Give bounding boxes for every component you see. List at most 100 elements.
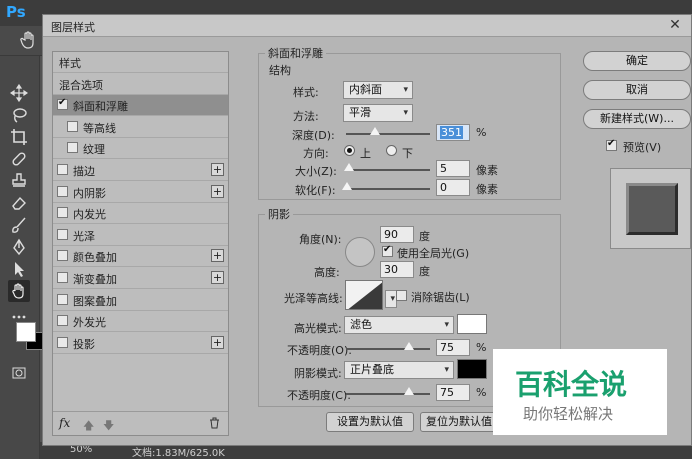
highlight-opacity-thumb[interactable] (404, 342, 414, 350)
select-tool-icon[interactable] (10, 260, 28, 278)
depth-slider-thumb[interactable] (370, 127, 381, 135)
lasso-tool-icon[interactable] (10, 106, 28, 124)
styles-list-checkbox[interactable] (57, 207, 68, 219)
styles-list-checkbox[interactable] (57, 272, 68, 283)
styles-list-checkbox[interactable] (57, 336, 68, 348)
close-icon[interactable]: ✕ (667, 17, 683, 33)
watermark: 百科全说 助你轻松解决 (493, 349, 667, 435)
antialias-checkbox[interactable] (396, 290, 407, 301)
add-effect-icon[interactable]: + (211, 249, 224, 263)
styles-list-checkbox[interactable] (57, 293, 68, 305)
styles-list-checkbox[interactable] (67, 120, 78, 132)
styles-list-item[interactable]: 混合选项 (53, 74, 228, 95)
angle-dial[interactable] (345, 237, 375, 267)
shadow-opacity-input[interactable]: 75 (436, 384, 470, 401)
make-default-button[interactable]: 设置为默认值 (326, 412, 414, 432)
technique-select[interactable]: 平滑 ▾ (343, 104, 413, 122)
ok-button[interactable]: 确定 (583, 51, 691, 71)
soften-input[interactable]: 0 (436, 179, 470, 196)
move-down-icon[interactable]: 🡇 (103, 417, 114, 436)
styles-list-item[interactable]: 纹理 (53, 138, 228, 160)
brush-tool-icon[interactable] (10, 216, 28, 234)
soften-slider-thumb[interactable] (342, 182, 352, 190)
crop-tool-icon[interactable] (10, 128, 28, 146)
hand-tool-icon[interactable] (20, 30, 38, 50)
fx-icon[interactable]: fx (59, 416, 70, 430)
global-light-checkbox[interactable] (382, 244, 393, 257)
direction-down-radio[interactable] (386, 145, 397, 156)
styles-list-checkbox[interactable] (57, 164, 68, 175)
styles-list-item[interactable]: 光泽 (53, 225, 228, 246)
styles-list-item[interactable]: 颜色叠加 + (53, 246, 228, 268)
styles-list-label: 颜色叠加 (73, 251, 117, 265)
size-input[interactable]: 5 (436, 160, 470, 177)
shadow-opacity-thumb[interactable] (404, 387, 414, 395)
styles-list-item[interactable]: 内阴影 + (53, 182, 228, 203)
styles-list-item[interactable]: 外发光 (53, 311, 228, 333)
shadow-opacity-slider[interactable] (346, 393, 430, 395)
move-up-icon[interactable]: 🡅 (83, 417, 94, 436)
move-tool-icon[interactable] (9, 83, 29, 103)
styles-list-item[interactable]: 内发光 (53, 203, 228, 225)
new-style-button[interactable]: 新建样式(W)... (583, 109, 691, 129)
depth-slider[interactable] (346, 133, 430, 135)
styles-list-item[interactable]: 斜面和浮雕 (53, 95, 228, 117)
depth-input[interactable]: 351 (436, 124, 470, 141)
trash-icon[interactable] (209, 417, 220, 429)
eraser-tool-icon[interactable] (10, 194, 28, 212)
hand-tool-active-icon[interactable] (8, 280, 30, 302)
styles-list-item[interactable]: 描边 + (53, 160, 228, 181)
structure-title: 结构 (269, 62, 291, 78)
styles-list-item[interactable]: 等高线 (53, 117, 228, 138)
style-select[interactable]: 内斜面 ▾ (343, 81, 413, 99)
shadow-mode-select[interactable]: 正片叠底 ▾ (344, 361, 454, 379)
cancel-button[interactable]: 取消 (583, 80, 691, 100)
styles-list-checkbox[interactable] (67, 142, 78, 154)
size-slider-thumb[interactable] (344, 163, 354, 171)
bevel-section-title: 斜面和浮雕 (265, 45, 326, 61)
foreground-color-swatch[interactable] (16, 322, 36, 342)
technique-label: 方法: (293, 110, 319, 123)
styles-list-item[interactable]: 样式 (53, 52, 228, 73)
styles-list-item[interactable]: 渐变叠加 + (53, 268, 228, 289)
angle-label: 角度(N): (299, 233, 342, 246)
add-effect-icon[interactable]: + (211, 271, 224, 284)
antialias-label: 消除锯齿(L) (411, 291, 470, 304)
styles-list-checkbox[interactable] (57, 97, 68, 111)
chevron-down-icon: ▾ (444, 365, 449, 375)
angle-input[interactable]: 90 (380, 226, 414, 243)
reset-default-button[interactable]: 复位为默认值 (420, 412, 498, 432)
add-effect-icon[interactable]: + (211, 335, 224, 349)
dialog-title: 图层样式 (51, 21, 95, 34)
preview-checkbox[interactable] (606, 138, 617, 151)
styles-list-checkbox[interactable] (57, 315, 68, 327)
global-light-label: 使用全局光(G) (397, 247, 470, 260)
heal-tool-icon[interactable] (10, 150, 28, 168)
dialog-titlebar[interactable]: 图层样式 ✕ (43, 15, 691, 37)
highlight-opacity-slider[interactable] (346, 348, 430, 350)
pen-tool-icon[interactable] (10, 238, 28, 256)
styles-list-checkbox[interactable] (57, 185, 68, 197)
shadow-color-swatch[interactable] (457, 359, 487, 379)
direction-up-radio[interactable] (344, 145, 355, 156)
soften-slider[interactable] (346, 188, 430, 190)
styles-list-checkbox[interactable] (57, 250, 68, 262)
styles-list-checkbox[interactable] (57, 228, 68, 240)
size-slider[interactable] (346, 169, 430, 171)
styles-list-item[interactable]: 图案叠加 (53, 290, 228, 311)
styles-list-label: 混合选项 (59, 78, 103, 92)
size-label: 大小(Z): (295, 165, 337, 178)
quick-mask-icon[interactable] (10, 364, 28, 382)
stamp-tool-icon[interactable] (10, 172, 28, 190)
styles-list-item[interactable]: 投影 + (53, 333, 228, 354)
altitude-input[interactable]: 30 (380, 261, 414, 278)
direction-label: 方向: (303, 147, 329, 160)
doc-size: 文档:1.83M/625.0K (132, 448, 225, 459)
gloss-contour-preview[interactable] (345, 280, 383, 310)
highlight-opacity-input[interactable]: 75 (436, 339, 470, 356)
shadow-opacity-label: 不透明度(C): (287, 389, 351, 402)
add-effect-icon[interactable]: + (211, 184, 224, 198)
highlight-color-swatch[interactable] (457, 314, 487, 334)
highlight-mode-select[interactable]: 滤色 ▾ (344, 316, 454, 334)
add-effect-icon[interactable]: + (211, 163, 224, 176)
